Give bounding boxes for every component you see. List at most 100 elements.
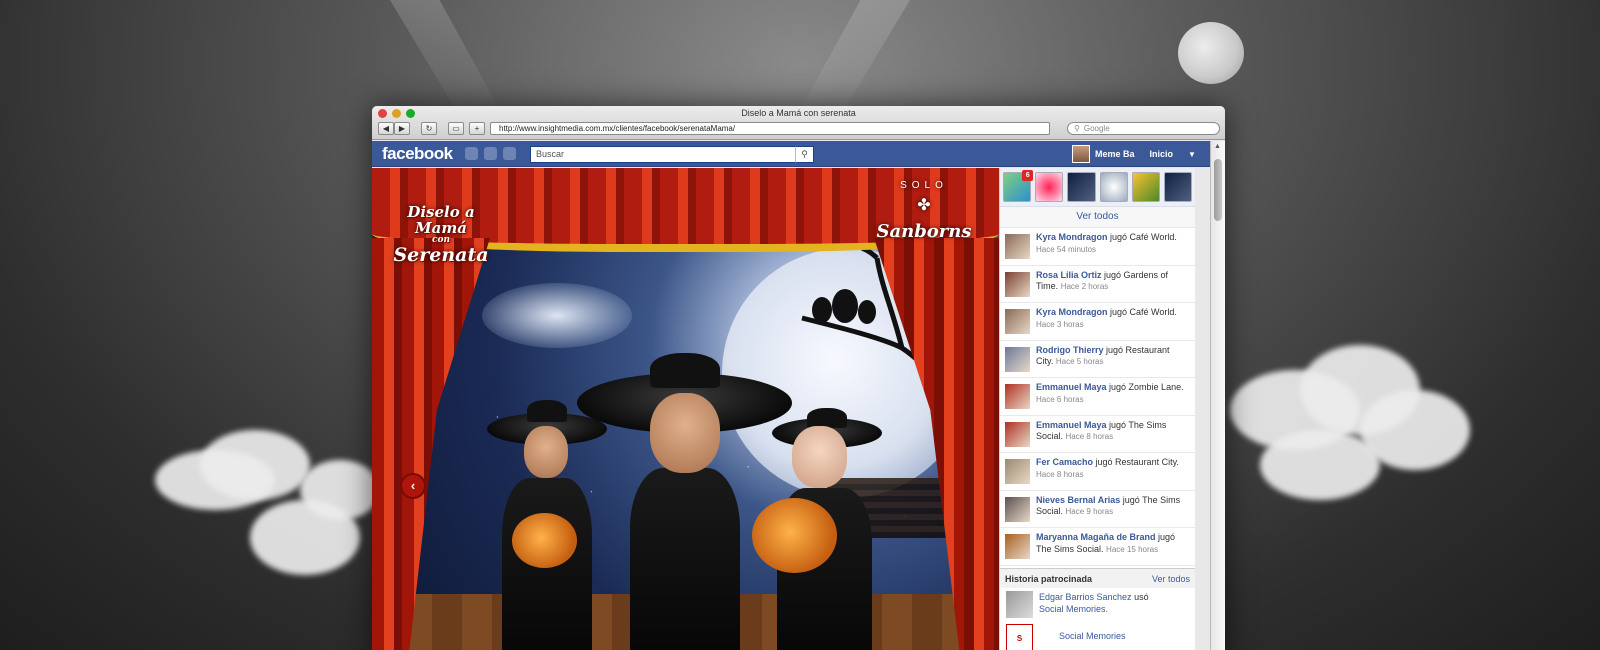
feed-text: Emmanuel Maya jugó The Sims Social. Hace… [1036,420,1189,449]
heart-app-icon[interactable] [1035,172,1064,202]
sponsored-user-name[interactable]: Edgar Barrios Sanchez [1039,592,1132,602]
sponsored-story[interactable]: Edgar Barrios Sanchez usó Social Memorie… [1000,588,1195,621]
facebook-search-input[interactable]: Buscar [530,146,814,163]
feed-time: Hace 15 horas [1106,544,1159,554]
app-logo-line1: Diselo a Mamá [407,203,475,237]
home-link[interactable]: Inicio [1150,149,1174,159]
feed-avatar[interactable] [1005,421,1030,447]
app-logo-line3: Serenata [393,244,489,266]
browser-toolbar: ◀ ▶ ↻ ▭ + http://www.insightmedia.com.mx… [378,121,1220,135]
feed-text: Maryanna Magaña de Brand jugó The Sims S… [1036,532,1189,561]
page-scrollbar[interactable]: ▲ [1210,141,1225,650]
feed-user-name[interactable]: Kyra Mondragon [1036,232,1108,242]
feed-item[interactable]: Kyra Mondragon jugó Café World. Hace 54 … [1000,228,1195,266]
spotlight-beam-left [390,0,500,110]
search-icon: ⚲ [801,149,808,159]
browser-search-placeholder: Google [1083,123,1110,133]
bookmarks-button[interactable]: ▭ [448,121,464,135]
friend-requests-icon[interactable] [465,147,478,160]
feed-avatar[interactable] [1005,271,1030,297]
sims-social-game-icon[interactable]: 6 [1003,170,1034,202]
plus-icon: + [474,123,480,133]
sponsored-app-title[interactable]: Social Memories [1059,631,1126,641]
feed-item[interactable]: Emmanuel Maya jugó The Sims Social. Hace… [1000,416,1195,453]
feed-avatar[interactable] [1005,309,1030,334]
feed-avatar[interactable] [1005,346,1030,372]
facebook-search-button[interactable]: ⚲ [795,146,814,163]
sponsor-brand: Sanborns [876,221,972,242]
notification-icons [465,147,516,160]
feed-action: jugó Café World. [1107,232,1177,242]
feed-time: Hace 6 horas [1036,394,1084,404]
feed-text: Fer Camacho jugó Restaurant City. Hace 8… [1036,457,1189,486]
scrollbar-thumb[interactable] [1214,159,1222,221]
feed-action: jugó Restaurant City. [1093,457,1179,467]
feed-item[interactable]: Emmanuel Maya jugó Zombie Lane. Hace 6 h… [1000,378,1195,416]
sponsored-story-label: Historia patrocinada [1005,573,1093,584]
sponsored-app[interactable]: S Social Memories [1000,621,1195,650]
see-all-games-link[interactable]: Ver todos [1000,207,1195,228]
feed-avatar[interactable] [1005,459,1030,484]
feed-user-name[interactable]: Maryanna Magaña de Brand [1036,532,1156,542]
feed-user-name[interactable]: Emmanuel Maya [1036,382,1107,392]
sponsor-top-text: SOLO [900,180,948,191]
forward-button[interactable]: ▶ [394,121,410,135]
feed-item[interactable]: Maryanna Magaña de Brand jugó The Sims S… [1000,528,1195,566]
spotlight-beam-right [800,0,910,110]
address-bar[interactable]: http://www.insightmedia.com.mx/clientes/… [490,121,1050,135]
games-ticker-sidebar: 6 Ver todos Kyra Mondragon jugó Café Wor… [999,168,1195,650]
feed-avatar[interactable] [1005,534,1030,559]
user-name-link[interactable]: Meme Ba [1095,149,1135,159]
back-arrow-icon: ◀ [382,123,390,133]
feed-item[interactable]: Rodrigo Thierry jugó Restaurant City. Ha… [1000,341,1195,378]
game-icon-6[interactable] [1163,172,1193,202]
feed-time: Hace 5 horas [1055,357,1104,366]
new-tab-button[interactable]: + [469,121,485,135]
feed-user-name[interactable]: Rodrigo Thierry [1036,345,1104,355]
messages-icon[interactable] [484,147,497,160]
account-menu-caret-icon[interactable]: ▼ [1188,150,1196,159]
feed-user-name[interactable]: Nieves Bernal Arias [1036,495,1120,505]
facebook-header: facebook Buscar ⚲ Meme Ba Inicio ▼ [372,141,1210,167]
feed-item[interactable]: Fer Camacho jugó Restaurant City. Hace 8… [1000,453,1195,491]
facebook-logo[interactable]: facebook [382,144,453,164]
notifications-globe-icon[interactable] [503,147,516,160]
user-avatar[interactable] [1072,145,1090,163]
chevron-left-icon: ‹ [410,478,416,493]
game-icon-3[interactable] [1067,172,1096,202]
games-bookmarks: 6 [1000,168,1195,207]
feed-time: Hace 8 horas [1065,432,1114,441]
feed-avatar[interactable] [1005,384,1030,409]
feed-user-name[interactable]: Kyra Mondragon [1036,307,1108,317]
magnifier-icon: ⚲ [1074,123,1080,133]
feed-user-name[interactable]: Fer Camacho [1036,457,1093,467]
stage-cloud [482,283,632,348]
bookmarks-icon: ▭ [452,123,460,133]
window-title: Diselo a Mamá con serenata [741,108,856,118]
feed-avatar[interactable] [1005,496,1030,522]
feed-user-name[interactable]: Rosa Lilia Ortiz [1036,270,1102,280]
feed-text: Kyra Mondragon jugó Café World. Hace 3 h… [1036,307,1189,336]
sponsored-app-link[interactable]: Social Memories. [1039,604,1108,614]
feed-text: Nieves Bernal Arias jugó The Sims Social… [1036,495,1189,524]
sponsored-see-all-link[interactable]: Ver todos [1152,574,1190,584]
back-button[interactable]: ◀ [378,121,394,135]
feed-user-name[interactable]: Emmanuel Maya [1036,420,1107,430]
browser-window: Diselo a Mamá con serenata ◀ ▶ ↻ ▭ + htt… [372,106,1225,650]
feed-item[interactable]: Nieves Bernal Arias jugó The Sims Social… [1000,491,1195,528]
snowflake-app-icon[interactable] [1099,172,1128,202]
feed-avatar[interactable] [1005,234,1030,259]
background-moon [1178,22,1244,84]
serenata-app-canvas[interactable]: Diselo a Mamá con Serenata SOLO ✤ Sanbor… [372,168,999,650]
sponsor-logo: SOLO ✤ Sanborns [869,180,979,242]
browser-search-field[interactable]: ⚲ Google [1067,121,1220,135]
previous-button[interactable]: ‹ [400,473,426,499]
game-icon-5[interactable] [1131,172,1160,202]
feed-time: Hace 3 horas [1036,319,1084,329]
scroll-up-arrow-icon[interactable]: ▲ [1214,143,1221,150]
reload-button[interactable]: ↻ [421,121,437,135]
forward-arrow-icon: ▶ [398,123,406,133]
feed-item[interactable]: Rosa Lilia Ortiz jugó Gardens of Time. H… [1000,266,1195,303]
feed-action: jugó Zombie Lane. [1106,382,1184,392]
feed-item[interactable]: Kyra Mondragon jugó Café World. Hace 3 h… [1000,303,1195,341]
